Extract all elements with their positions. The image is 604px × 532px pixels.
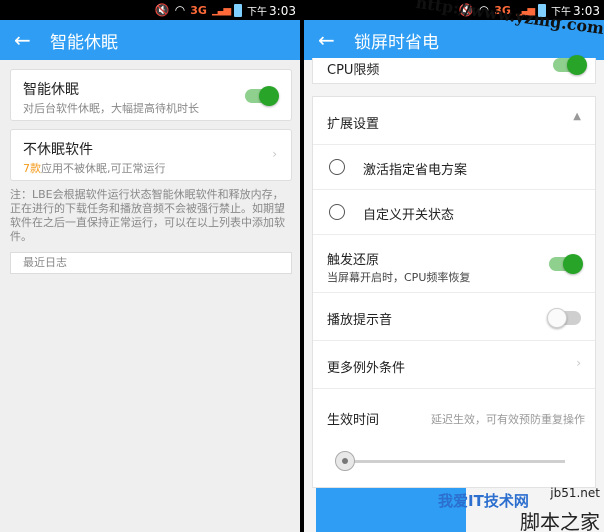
smart-sleep-toggle[interactable] bbox=[245, 86, 279, 106]
app-bar: ← 智能休眠 bbox=[0, 20, 300, 60]
network-type: 3G bbox=[190, 3, 207, 17]
toggle-knob bbox=[567, 55, 587, 75]
effective-time-label: 生效时间 bbox=[327, 413, 380, 428]
collapse-icon: ▲ bbox=[573, 111, 581, 122]
watermark-brand: 我爱IT技术网 bbox=[438, 492, 529, 510]
chevron-right-icon: › bbox=[576, 356, 581, 370]
no-sleep-count: 7款 bbox=[23, 162, 41, 175]
back-arrow-icon[interactable]: ← bbox=[14, 28, 50, 52]
recent-log-button[interactable]: 最近日志 bbox=[10, 252, 292, 274]
trigger-restore-toggle[interactable] bbox=[549, 254, 583, 274]
extended-settings-header[interactable]: 扩展设置 ▲ bbox=[313, 97, 595, 145]
no-sleep-label: 不休眠软件 bbox=[23, 142, 93, 158]
extended-settings-panel: 扩展设置 ▲ 激活指定省电方案 自定义开关状态 触发还原 当屏幕开启时，CPU频… bbox=[312, 96, 596, 488]
more-conditions-row[interactable]: 更多例外条件 › bbox=[313, 341, 595, 389]
page-title: 智能休眠 bbox=[50, 32, 118, 53]
radio-button[interactable] bbox=[329, 159, 345, 175]
back-arrow-icon[interactable]: ← bbox=[318, 28, 354, 52]
clock: 下午 3:03 bbox=[247, 3, 296, 18]
more-conditions-label: 更多例外条件 bbox=[327, 361, 406, 376]
cpu-limit-row[interactable]: CPU限频 bbox=[312, 55, 596, 84]
page-title: 锁屏时省电 bbox=[354, 32, 439, 53]
sleep-note: 注：LBE会根据软件运行状态智能休眠软件和释放内存，正在进行的下载任务和播放音频… bbox=[10, 188, 285, 243]
custom-switch-option[interactable]: 自定义开关状态 bbox=[313, 190, 595, 235]
toggle-knob bbox=[563, 254, 583, 274]
status-bar: 🔇 ◠ 3G ▁▃▅ 下午 3:03 bbox=[0, 0, 300, 20]
play-sound-row[interactable]: 播放提示音 bbox=[313, 293, 595, 341]
signal-icon: ▁▃▅ bbox=[211, 4, 231, 16]
radio-button[interactable] bbox=[329, 204, 345, 220]
cpu-limit-toggle[interactable] bbox=[553, 55, 587, 75]
bottom-watermark: jb51.net 我爱IT技术网 脚本之家 bbox=[430, 472, 604, 532]
cpu-limit-label: CPU限频 bbox=[327, 63, 380, 78]
smart-sleep-desc: 对后台软件休眠，大幅提高待机时长 bbox=[23, 102, 199, 115]
activate-plan-option[interactable]: 激活指定省电方案 bbox=[313, 145, 595, 190]
trigger-restore-label: 触发还原 bbox=[327, 253, 380, 268]
effective-time-slider-track[interactable] bbox=[341, 460, 565, 463]
mute-icon: 🔇 bbox=[154, 3, 170, 17]
battery-icon bbox=[234, 3, 243, 17]
wifi-icon: ◠ bbox=[174, 3, 186, 17]
extended-settings-label: 扩展设置 bbox=[327, 117, 380, 132]
smart-sleep-label: 智能休眠 bbox=[23, 82, 79, 98]
toggle-knob bbox=[547, 308, 567, 328]
custom-switch-label: 自定义开关状态 bbox=[363, 208, 455, 223]
toggle-knob bbox=[259, 86, 279, 106]
smart-sleep-card[interactable]: 智能休眠 对后台软件休眠，大幅提高待机时长 bbox=[10, 69, 292, 121]
play-sound-toggle[interactable] bbox=[547, 308, 581, 328]
left-screen: 🔇 ◠ 3G ▁▃▅ 下午 3:03 ← 智能休眠 智能休眠 对后台软件休眠，大幅… bbox=[0, 0, 300, 532]
watermark-site: 脚本之家 bbox=[520, 510, 600, 532]
play-sound-label: 播放提示音 bbox=[327, 313, 393, 328]
chevron-right-icon: › bbox=[272, 147, 277, 161]
trigger-restore-desc: 当屏幕开启时，CPU频率恢复 bbox=[327, 271, 471, 284]
trigger-restore-row[interactable]: 触发还原 当屏幕开启时，CPU频率恢复 bbox=[313, 235, 595, 293]
effective-time-slider-thumb[interactable] bbox=[335, 451, 355, 471]
activate-plan-label: 激活指定省电方案 bbox=[363, 163, 468, 178]
right-screen: 🔇 ◠ 3G ▁▃▅ 下午 3:03 ← 锁屏时省电 CPU限频 扩展设置 ▲ 激… bbox=[304, 0, 604, 532]
effective-time-hint: 延迟生效，可有效预防重复操作 bbox=[431, 413, 585, 426]
no-sleep-desc: 7款应用不被休眠,可正常运行 bbox=[23, 162, 166, 175]
watermark-url: jb51.net bbox=[550, 486, 600, 500]
no-sleep-apps-card[interactable]: 不休眠软件 7款应用不被休眠,可正常运行 › bbox=[10, 129, 292, 181]
